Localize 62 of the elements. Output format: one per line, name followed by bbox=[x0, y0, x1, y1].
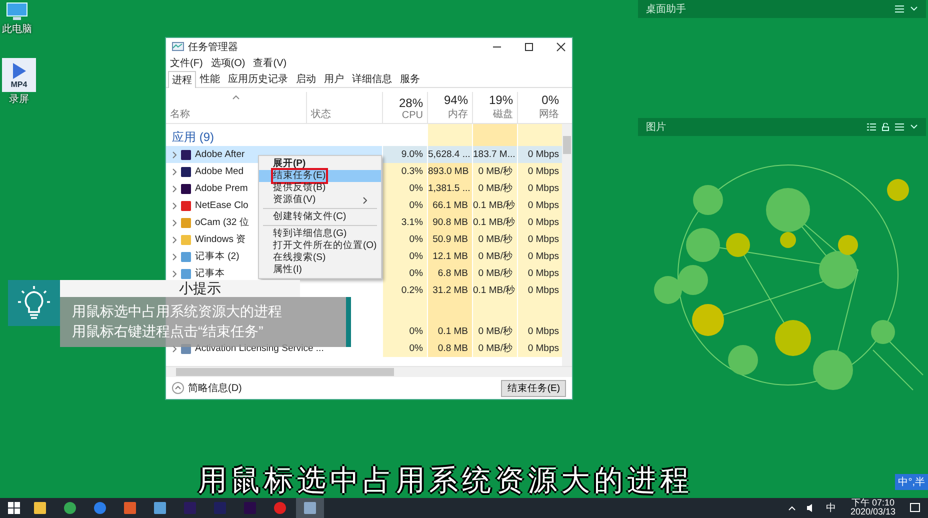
process-name: 记事本 (2) bbox=[195, 250, 240, 263]
table-cell: 0 Mbps bbox=[517, 197, 562, 214]
process-name: Adobe Med bbox=[195, 166, 244, 177]
table-cell: 9.0% bbox=[382, 146, 427, 163]
table-cell: 0 Mbps bbox=[517, 180, 562, 197]
table-cell: 0% bbox=[382, 248, 427, 265]
table-cell: 0.3% bbox=[382, 163, 427, 180]
table-cell: 3.1% bbox=[382, 214, 427, 231]
table-cell: 90.8 MB bbox=[427, 214, 472, 231]
table-cell: 50.9 MB bbox=[427, 231, 472, 248]
table-cell: 0 Mbps bbox=[517, 231, 562, 248]
table-cell: 0 Mbps bbox=[517, 282, 562, 299]
tip-text: 用鼠标选中占用系统资源大的进程 bbox=[72, 303, 283, 321]
tip-title-tooltip: 小提示 bbox=[60, 280, 300, 297]
table-cell: 0% bbox=[382, 180, 427, 197]
table-cell: 6.8 MB bbox=[427, 265, 472, 282]
table-cell: 0 MB/秒 bbox=[472, 231, 517, 248]
table-cell: 66.1 MB bbox=[427, 197, 472, 214]
table-cell: 0.2% bbox=[382, 282, 427, 299]
table-cell: 0 Mbps bbox=[517, 248, 562, 265]
video-subtitle: 用鼠标选中占用系统资源大的进程 bbox=[198, 466, 693, 496]
table-cell: 0 Mbps bbox=[517, 265, 562, 282]
tip-text: 用鼠标右键进程点击“结束任务” bbox=[72, 323, 264, 341]
table-cell: 1,381.5 ... bbox=[427, 180, 472, 197]
table-cell: 0 Mbps bbox=[517, 163, 562, 180]
table-cell: 0 Mbps bbox=[517, 214, 562, 231]
widget-title: 桌面助手 bbox=[646, 2, 687, 16]
table-cell: 0 MB/秒 bbox=[472, 163, 517, 180]
table-cell: 0 Mbps bbox=[517, 146, 562, 163]
process-name: Adobe After bbox=[195, 149, 245, 160]
widget-title: 图片 bbox=[646, 120, 667, 134]
file-type-label: MP4 bbox=[10, 80, 28, 88]
table-cell: 0% bbox=[382, 197, 427, 214]
table-cell: 0.8 MB bbox=[427, 340, 472, 357]
table-cell: 5,628.4 ... bbox=[427, 146, 472, 163]
table-cell: 0 MB/秒 bbox=[472, 340, 517, 357]
process-name: Windows 资 bbox=[195, 233, 246, 246]
table-cell: 0 Mbps bbox=[517, 340, 562, 357]
table-cell: 183.7 M... bbox=[472, 146, 517, 163]
table-cell: 0% bbox=[382, 231, 427, 248]
table-cell: 893.0 MB bbox=[427, 163, 472, 180]
table-cell: 31.2 MB bbox=[427, 282, 472, 299]
table-cell: 0% bbox=[382, 323, 427, 340]
table-cell: 0% bbox=[382, 340, 427, 357]
table-cell: 0 MB/秒 bbox=[472, 323, 517, 340]
process-name: Activation Licensing Service ... bbox=[195, 343, 324, 354]
window-title: 任务管理器 bbox=[188, 40, 238, 54]
table-cell: 0 MB/秒 bbox=[472, 180, 517, 197]
table-cell: 0.1 MB/秒 bbox=[472, 282, 517, 299]
process-name: Adobe Prem bbox=[195, 183, 248, 194]
table-cell: 0 Mbps bbox=[517, 323, 562, 340]
process-name: NetEase Clo bbox=[195, 200, 248, 211]
table-cell: 0.1 MB/秒 bbox=[472, 214, 517, 231]
process-name: oCam (32 位 bbox=[195, 216, 250, 229]
table-cell: 0 MB/秒 bbox=[472, 248, 517, 265]
table-cell: 0.1 MB/秒 bbox=[472, 197, 517, 214]
table-cell: 0.1 MB bbox=[427, 323, 472, 340]
table-cell: 0% bbox=[382, 265, 427, 282]
process-name: 记事本 bbox=[195, 267, 225, 280]
table-cell: 12.1 MB bbox=[427, 248, 472, 265]
group-heading: 应用 (9) bbox=[171, 129, 215, 146]
table-cell: 0 MB/秒 bbox=[472, 265, 517, 282]
